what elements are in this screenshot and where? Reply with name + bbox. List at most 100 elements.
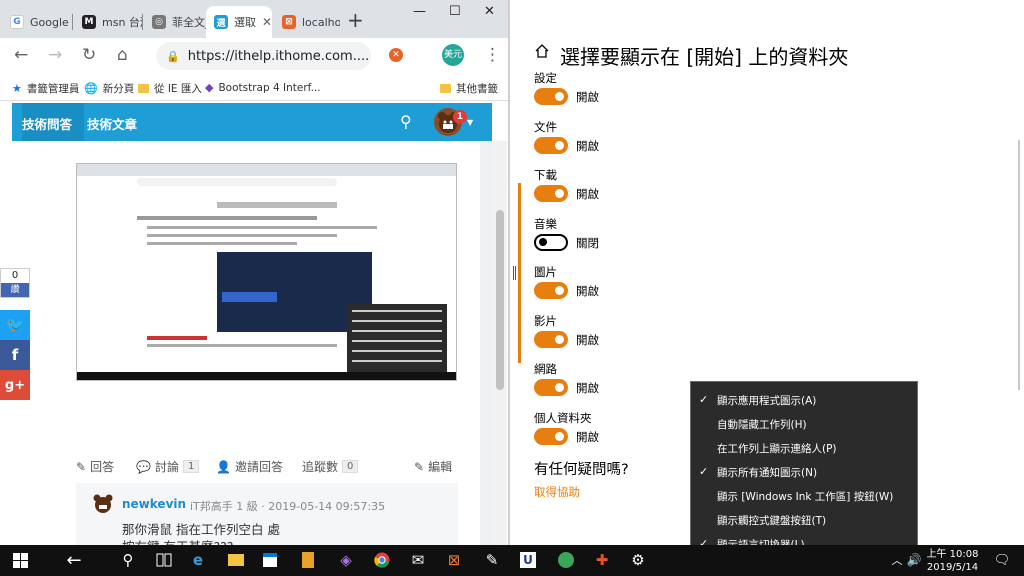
cube-icon: ◆ (205, 81, 214, 94)
notepad-icon[interactable]: ✎ (480, 549, 504, 571)
ithelp-icon: 選 (214, 15, 228, 29)
edge-icon[interactable]: e (186, 549, 210, 571)
tab-label: localhost (302, 15, 340, 29)
nav-tech-articles[interactable]: 技術文章 (87, 114, 137, 133)
settings-scrollbar[interactable] (1018, 140, 1020, 390)
folder-toggle-switch[interactable] (534, 282, 568, 299)
context-menu-item[interactable]: 顯示觸控式鍵盤按鈕(T) (691, 509, 917, 532)
close-tab-icon[interactable]: ✕ (262, 15, 272, 29)
context-menu-item[interactable]: 自動隱藏工作列(H) (691, 413, 917, 436)
browser-window: G Google M msn 台灣 ◎ 菲全文_ 選 選取 ✕ ⊠ localh… (0, 0, 509, 545)
volume-icon[interactable]: 🔊 (902, 549, 926, 571)
folder-setting-label: 圖片 (534, 265, 557, 279)
minimize-button[interactable]: — (413, 4, 426, 19)
folder-toggle-switch[interactable] (534, 330, 568, 348)
toggle-state-label: 開啟 (576, 90, 599, 104)
beer-app-icon[interactable] (296, 549, 320, 571)
task-view-icon[interactable] (152, 549, 176, 571)
bookmark-manager[interactable]: ★ 書籤管理員 (12, 81, 79, 96)
bookmark-new-tab[interactable]: 🌐 新分頁 (84, 81, 134, 96)
toggle-state-label: 開啟 (576, 138, 599, 153)
menu-item-label: 顯示應用程式圖示(A) (717, 395, 817, 407)
google-plus-share-icon[interactable]: g+ (0, 370, 30, 400)
home-icon[interactable]: ⌂ (117, 46, 128, 64)
facebook-share-icon[interactable]: f (0, 340, 30, 370)
notifications-icon[interactable]: 🗨 (990, 549, 1014, 571)
folder-toggle-switch[interactable] (534, 136, 568, 154)
post-screenshot-image (76, 163, 457, 381)
get-help-link[interactable]: 取得協助 (534, 484, 580, 500)
chrome-icon[interactable] (370, 549, 394, 571)
nav-tech-qa[interactable]: 技術問答 (22, 114, 72, 133)
line-app-icon[interactable] (554, 549, 578, 571)
search-icon[interactable]: ⚲ (116, 549, 140, 571)
folder-setting-label: 設定 (534, 71, 557, 85)
close-window-button[interactable]: ✕ (484, 4, 495, 19)
other-bookmarks[interactable]: 其他書籤 (440, 81, 498, 96)
back-icon[interactable]: ← (14, 46, 28, 64)
msn-icon: M (82, 15, 96, 29)
folder-toggle-switch[interactable] (534, 427, 568, 445)
discuss-count: 1 (182, 460, 200, 473)
menu-item-label: 在工作列上顯示連絡人(P) (717, 443, 837, 455)
toggle-state-label: 開啟 (576, 381, 599, 395)
settings-gear-icon[interactable]: ⚙ (626, 549, 650, 571)
start-button[interactable] (8, 549, 32, 571)
edit-icon: ✎ (414, 459, 425, 474)
bookmark-ie-import[interactable]: 從 IE 匯入 (138, 81, 202, 96)
answer-username[interactable]: newkevin (122, 497, 186, 511)
extension-icon[interactable]: ✕ (389, 48, 403, 62)
scrollbar-thumb[interactable] (496, 210, 504, 390)
folder-setting-label: 個人資料夾 (534, 410, 592, 425)
store-icon[interactable] (258, 549, 282, 571)
file-explorer-icon[interactable] (224, 549, 248, 571)
bookmark-label: 其他書籤 (456, 83, 498, 95)
edit-action[interactable]: ✎ 編輯 (414, 458, 452, 475)
maximize-button[interactable]: ☐ (449, 4, 461, 19)
toggle-state-label: 開啟 (576, 429, 599, 444)
context-menu-item[interactable]: ✓ 顯示所有通知圖示(N) (691, 461, 917, 484)
search-icon[interactable]: ⚲ (400, 112, 412, 131)
chevron-down-icon[interactable]: ▼ (467, 118, 473, 127)
discuss-action[interactable]: 💬 討論 1 (136, 458, 200, 475)
action-label: 回答 (90, 460, 115, 474)
back-icon[interactable]: ← (62, 549, 86, 571)
answer-action[interactable]: ✎ 回答 (76, 458, 114, 475)
tab-fulltext[interactable]: ◎ 菲全文_ (144, 6, 206, 38)
bookmark-label: 新分頁 (102, 83, 135, 95)
bookmark-label: 書籤管理員 (26, 83, 80, 95)
forward-icon[interactable]: → (48, 46, 62, 64)
profile-avatar[interactable]: 美元 (442, 44, 464, 66)
system-clock[interactable]: 上午 10:08 2019/5/14 (925, 548, 980, 574)
invite-action[interactable]: 👤 邀請回答 (216, 458, 283, 475)
context-menu-item[interactable]: 在工作列上顯示連絡人(P) (691, 437, 917, 460)
home-icon[interactable] (534, 43, 550, 62)
menu-dots-icon[interactable]: ⋮ (484, 46, 501, 64)
context-menu-item[interactable]: ✓ 顯示應用程式圖示(A) (691, 389, 917, 412)
tool-app-icon[interactable]: ✚ (590, 549, 614, 571)
twitter-share-icon[interactable]: 🐦 (0, 310, 30, 340)
answer-avatar[interactable] (92, 492, 114, 514)
follow-count[interactable]: 追蹤數 0 (302, 458, 359, 475)
mail-icon[interactable]: ✉ (406, 549, 430, 571)
xampp-icon[interactable]: ⊠ (442, 549, 466, 571)
folder-toggle-switch[interactable] (534, 88, 568, 105)
context-menu-item[interactable]: 顯示 [Windows Ink 工作區] 按鈕(W) (691, 485, 917, 508)
folder-toggle-switch[interactable] (534, 233, 568, 251)
visual-studio-icon[interactable]: ◈ (334, 549, 358, 571)
tab-ithelp-active[interactable]: 選 選取 ✕ (206, 6, 272, 38)
folder-toggle-switch[interactable] (534, 185, 568, 202)
like-box[interactable]: 0 讚 (0, 268, 30, 298)
bookmark-bootstrap[interactable]: ◆ Bootstrap 4 Interf... (205, 81, 321, 94)
reload-icon[interactable]: ↻ (82, 46, 96, 64)
star-icon: ★ (12, 82, 22, 95)
new-tab-button[interactable]: + (347, 10, 364, 30)
lock-icon: 🔒 (166, 49, 180, 63)
tab-google[interactable]: G Google (2, 6, 70, 38)
tab-strip: G Google M msn 台灣 ◎ 菲全文_ 選 選取 ✕ ⊠ localh… (0, 0, 508, 38)
tab-msn[interactable]: M msn 台灣 (74, 6, 142, 38)
address-bar[interactable]: 🔒 https://ithelp.ithome.com.... (156, 42, 371, 70)
folder-toggle-switch[interactable] (534, 379, 568, 396)
u-app-icon[interactable]: U (516, 549, 540, 571)
tab-localhost[interactable]: ⊠ localhost (274, 6, 340, 38)
